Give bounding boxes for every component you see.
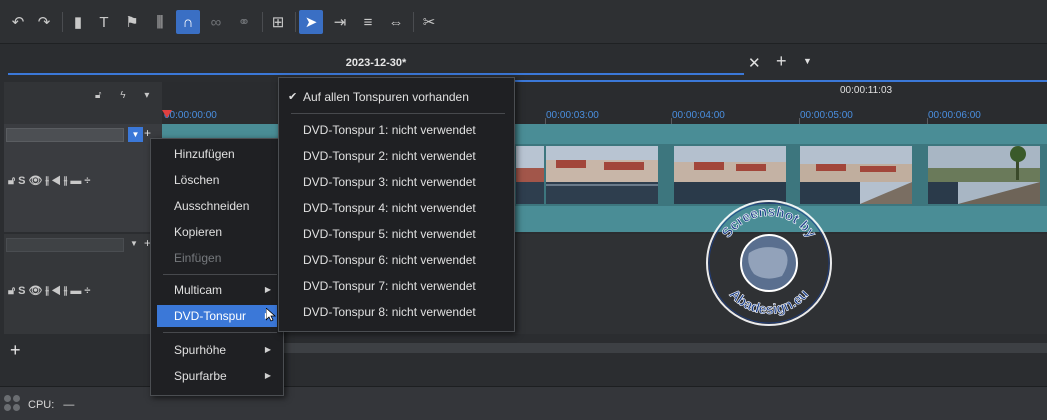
menu-item-label: Spurhöhe xyxy=(174,343,227,357)
current-time: 00:00:11:03 xyxy=(840,85,893,96)
track-dropdown-button[interactable]: ▼ xyxy=(128,127,143,142)
menu-item-dvd-tonspur[interactable]: DVD-Tonspur ▶ xyxy=(157,305,277,327)
track-dropdown-button-2[interactable]: ▼ xyxy=(130,239,138,248)
submenu-item-dvd-track-7[interactable]: DVD-Tonspur 7: nicht verwendet xyxy=(279,275,514,297)
ruler-label: 00:00:03:00 xyxy=(546,110,599,121)
mode1-icon[interactable]: ⇥ xyxy=(328,10,352,34)
menu-item-kopieren[interactable]: Kopieren xyxy=(157,221,277,243)
menu-item-label: Spurfarbe xyxy=(174,369,227,383)
checkmark-icon: ✔ xyxy=(288,91,298,103)
chevron-right-icon: ▶ xyxy=(264,345,271,354)
chevron-right-icon: ▶ xyxy=(264,285,271,294)
track-header-top xyxy=(4,82,162,124)
watermark-logo: Screenshot by Abadesign.eu xyxy=(706,200,832,326)
undo-icon[interactable]: ↶ xyxy=(6,10,30,34)
menu-item-spurfarbe[interactable]: Spurfarbe ▶ xyxy=(157,365,277,387)
menu-separator xyxy=(163,332,277,333)
track-name-field-2[interactable] xyxy=(6,238,124,252)
submenu-item-dvd-track-4[interactable]: DVD-Tonspur 4: nicht verwendet xyxy=(279,197,514,219)
unlink-icon[interactable]: ⚭ xyxy=(232,10,256,34)
menu-item-label: DVD-Tonspur xyxy=(174,309,247,323)
submenu-item-dvd-track-2[interactable]: DVD-Tonspur 2: nicht verwendet xyxy=(279,145,514,167)
menu-item-ausschneiden[interactable]: Ausschneiden xyxy=(157,195,277,217)
tab-bar: 2023-12-30* ✕ + ▼ xyxy=(0,44,1047,80)
delete-icon[interactable]: ▮ xyxy=(66,10,90,34)
marker-icon[interactable]: ⚑ xyxy=(120,10,144,34)
submenu-item-label: Auf allen Tonspuren vorhanden xyxy=(303,90,469,104)
cpu-value: — xyxy=(63,399,75,411)
redo-icon[interactable]: ↷ xyxy=(32,10,56,34)
clip-thumbnail xyxy=(546,146,658,204)
submenu-item-dvd-track-3[interactable]: DVD-Tonspur 3: nicht verwendet xyxy=(279,171,514,193)
track-controls-icons[interactable]: 🔓︎S👁︎⫲◀⫲▬÷ xyxy=(8,174,93,188)
app-window: ↶ ↷ ▮ T ⚑ ⫼ ∩ ∞ ⚭ ⊞ ➤ ⇥ ≡ ⇔ ✂ 2023-12-30… xyxy=(0,0,1047,420)
menu-item-hinzufuegen[interactable]: Hinzufügen xyxy=(157,143,277,165)
close-icon[interactable]: ✕ xyxy=(748,54,761,72)
clip-thumbnail xyxy=(800,146,912,204)
track-context-menu: Hinzufügen Löschen Ausschneiden Kopieren… xyxy=(150,138,284,396)
submenu-item-dvd-track-6[interactable]: DVD-Tonspur 6: nicht verwendet xyxy=(279,249,514,271)
clip-thumbnail xyxy=(928,146,1040,204)
menu-item-label: Multicam xyxy=(174,283,223,297)
submenu-item-dvd-track-1[interactable]: DVD-Tonspur 1: nicht verwendet xyxy=(279,119,514,141)
cpu-indicator: CPU: — xyxy=(28,399,74,411)
project-tab[interactable]: 2023-12-30* xyxy=(8,44,744,74)
menu-item-loeschen[interactable]: Löschen xyxy=(157,169,277,191)
cpu-label: CPU: xyxy=(28,399,55,411)
menu-separator xyxy=(163,274,277,275)
toolbar-separator xyxy=(295,12,296,32)
submenu-item-dvd-track-8[interactable]: DVD-Tonspur 8: nicht verwendet xyxy=(279,301,514,323)
submenu-item-all-tracks[interactable]: ✔ Auf allen Tonspuren vorhanden xyxy=(279,86,514,108)
lock-all-icon[interactable]: 🔓︎ ϟ ▾ xyxy=(95,90,157,101)
toolbar-separator xyxy=(62,12,63,32)
horizontal-scrollbar[interactable] xyxy=(284,343,1047,353)
ruler-label: 00:00:06:00 xyxy=(928,110,981,121)
submenu-separator xyxy=(291,113,505,114)
submenu-item-dvd-track-5[interactable]: DVD-Tonspur 5: nicht verwendet xyxy=(279,223,514,245)
link-icon[interactable]: ∞ xyxy=(204,10,228,34)
add-tab-icon[interactable]: + xyxy=(776,51,787,72)
chevron-down-icon[interactable]: ▼ xyxy=(803,56,812,66)
clip-thumbnail xyxy=(516,146,544,204)
title-icon[interactable]: T xyxy=(92,10,116,34)
track-name-field[interactable] xyxy=(6,128,124,142)
mixer-icon[interactable]: ⫼ xyxy=(148,10,172,34)
toolbar-separator xyxy=(413,12,414,32)
ruler-label: 00:00:05:00 xyxy=(800,110,853,121)
playhead[interactable] xyxy=(162,110,172,118)
toolbar: ↶ ↷ ▮ T ⚑ ⫼ ∩ ∞ ⚭ ⊞ ➤ ⇥ ≡ ⇔ ✂ xyxy=(0,0,1047,44)
ruler-label: 00:00:04:00 xyxy=(672,110,725,121)
mode3-icon[interactable]: ⇔ xyxy=(384,10,408,34)
magnet-icon[interactable]: ∩ xyxy=(176,10,200,34)
mouse-cursor-icon xyxy=(266,308,276,322)
track-controls-icons-2[interactable]: 🔓︎S👁︎⫲◀⫲▬÷ xyxy=(8,284,93,298)
fit-icon[interactable]: ⊞ xyxy=(266,10,290,34)
menu-item-einfuegen[interactable]: Einfügen xyxy=(157,247,277,269)
status-grid-icon xyxy=(4,395,22,413)
menu-item-multicam[interactable]: Multicam ▶ xyxy=(157,279,277,301)
cut-icon[interactable]: ✂ xyxy=(417,10,441,34)
dvd-tonspur-submenu: ✔ Auf allen Tonspuren vorhanden DVD-Tons… xyxy=(278,77,515,332)
menu-item-spurhoehe[interactable]: Spurhöhe ▶ xyxy=(157,339,277,361)
mode2-icon[interactable]: ≡ xyxy=(356,10,380,34)
chevron-right-icon: ▶ xyxy=(264,371,271,380)
tab-underline xyxy=(8,73,744,75)
clip-thumbnail xyxy=(674,146,786,204)
toolbar-separator xyxy=(262,12,263,32)
pointer-icon[interactable]: ➤ xyxy=(299,10,323,34)
